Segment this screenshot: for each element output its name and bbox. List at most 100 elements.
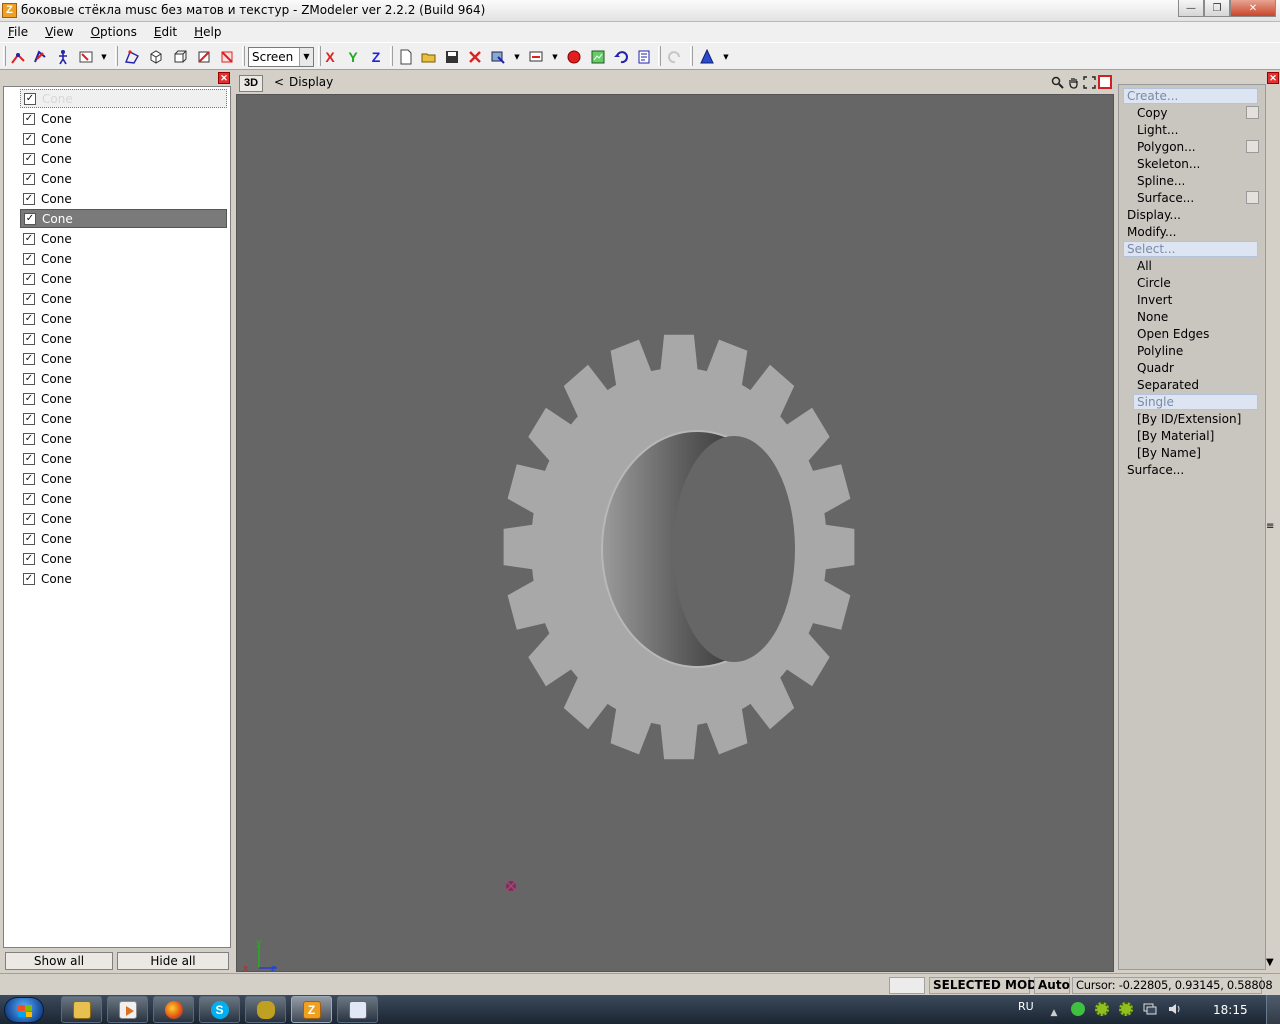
list-item[interactable]: ✓ Cone	[20, 529, 227, 548]
command-item[interactable]: Skeleton...	[1137, 156, 1200, 172]
taskbar-firefox[interactable]	[153, 996, 194, 1023]
visibility-checkbox[interactable]: ✓	[23, 512, 35, 525]
close-icon[interactable]: ✕	[1267, 72, 1279, 84]
command-item[interactable]: Select...	[1123, 241, 1258, 257]
tray-icon-gear-green[interactable]	[1094, 1001, 1110, 1017]
viewport-3d[interactable]: y x z	[236, 94, 1114, 972]
toolbar-grip[interactable]	[658, 46, 661, 66]
menu-options[interactable]: Options	[91, 25, 137, 39]
tray-language[interactable]: RU	[1018, 1000, 1034, 1013]
undo-icon[interactable]	[611, 47, 631, 67]
axis-y-button[interactable]: Y	[343, 47, 363, 67]
command-item[interactable]: Surface...	[1127, 462, 1184, 478]
command-item[interactable]: Display...	[1127, 207, 1181, 223]
zoom-icon[interactable]	[1050, 75, 1064, 89]
visibility-checkbox[interactable]: ✓	[23, 172, 35, 185]
list-item[interactable]: ✓ Cone	[20, 409, 227, 428]
command-item[interactable]: None	[1137, 309, 1168, 325]
pan-hand-icon[interactable]	[1066, 75, 1080, 89]
command-item[interactable]: Open Edges	[1137, 326, 1209, 342]
list-item[interactable]: ✓ Cone	[20, 189, 227, 208]
command-item[interactable]: Create...	[1123, 88, 1258, 104]
hide-all-button[interactable]: Hide all	[117, 952, 229, 970]
close-icon[interactable]: ✕	[218, 72, 230, 84]
box-icon[interactable]	[146, 47, 166, 67]
volume-icon[interactable]	[1166, 1001, 1182, 1017]
save-icon[interactable]	[442, 47, 462, 67]
list-item[interactable]: ✓ Cone	[20, 229, 227, 248]
visibility-checkbox[interactable]: ✓	[23, 372, 35, 385]
visibility-checkbox[interactable]: ✓	[23, 392, 35, 405]
zmodeler-app-icon[interactable]: Z	[2, 3, 17, 18]
list-item[interactable]: ✓ Cone	[20, 389, 227, 408]
visibility-checkbox[interactable]: ✓	[24, 212, 36, 225]
list-item[interactable]: ✓ Cone	[20, 329, 227, 348]
select-mode-dropdown-arrow[interactable]: ▼	[100, 47, 108, 67]
network-icon[interactable]	[1142, 1001, 1158, 1017]
fit-view-icon[interactable]	[1082, 75, 1096, 89]
viewport-maximize-icon[interactable]	[1098, 75, 1112, 89]
import-icon[interactable]	[488, 47, 508, 67]
shape-red-icon[interactable]	[194, 47, 214, 67]
visibility-checkbox[interactable]: ✓	[23, 452, 35, 465]
command-item[interactable]: [By Name]	[1137, 445, 1201, 461]
visibility-checkbox[interactable]: ✓	[23, 492, 35, 505]
list-item[interactable]: ✓ Cone	[20, 209, 227, 228]
normals-icon[interactable]	[697, 47, 717, 67]
list-item[interactable]: ✓ Cone	[20, 509, 227, 528]
command-item[interactable]: Single	[1133, 394, 1258, 410]
toolbar-grip[interactable]	[3, 46, 6, 66]
list-item[interactable]: ✓ Cone	[20, 89, 227, 108]
cube-icon[interactable]	[170, 47, 190, 67]
command-item[interactable]: Invert	[1137, 292, 1172, 308]
visibility-checkbox[interactable]: ✓	[23, 252, 35, 265]
select-edge-icon[interactable]	[30, 47, 50, 67]
create-polygon-icon[interactable]	[122, 47, 142, 67]
command-option-checkbox[interactable]	[1246, 191, 1259, 204]
export-dropdown-arrow[interactable]: ▼	[551, 47, 559, 67]
taskbar-skype[interactable]: S	[199, 996, 240, 1023]
command-item[interactable]: Polygon...	[1137, 139, 1196, 155]
toolbar-grip[interactable]	[390, 46, 393, 66]
visibility-checkbox[interactable]: ✓	[24, 92, 36, 105]
list-item[interactable]: ✓ Cone	[20, 269, 227, 288]
command-item[interactable]: Polyline	[1137, 343, 1183, 359]
visibility-checkbox[interactable]: ✓	[23, 332, 35, 345]
list-item[interactable]: ✓ Cone	[20, 569, 227, 588]
select-mode-icon[interactable]	[76, 47, 96, 67]
tray-icon-green[interactable]	[1070, 1001, 1086, 1017]
command-item[interactable]: Modify...	[1127, 224, 1177, 240]
visibility-checkbox[interactable]: ✓	[23, 552, 35, 565]
minimize-button[interactable]: —	[1178, 0, 1204, 17]
list-item[interactable]: ✓ Cone	[20, 289, 227, 308]
menu-view[interactable]: View	[45, 25, 73, 39]
command-option-checkbox[interactable]	[1246, 140, 1259, 153]
command-item[interactable]: [By Material]	[1137, 428, 1214, 444]
command-item[interactable]: [By ID/Extension]	[1137, 411, 1241, 427]
menu-edit[interactable]: Edit	[154, 25, 177, 39]
visibility-checkbox[interactable]: ✓	[23, 352, 35, 365]
visibility-checkbox[interactable]: ✓	[23, 572, 35, 585]
show-all-button[interactable]: Show all	[5, 952, 113, 970]
command-item[interactable]: Circle	[1137, 275, 1171, 291]
taskbar-calculator[interactable]	[337, 996, 378, 1023]
list-item[interactable]: ✓ Cone	[20, 489, 227, 508]
command-item[interactable]: Copy	[1137, 105, 1167, 121]
command-item[interactable]: Separated	[1137, 377, 1199, 393]
visibility-checkbox[interactable]: ✓	[23, 192, 35, 205]
command-item[interactable]: Spline...	[1137, 173, 1185, 189]
list-item[interactable]: ✓ Cone	[20, 549, 227, 568]
list-item[interactable]: ✓ Cone	[20, 429, 227, 448]
maximize-button[interactable]: ❐	[1204, 0, 1230, 17]
viewport-nav-back[interactable]: <	[274, 75, 284, 89]
axis-x-button[interactable]: X	[320, 47, 340, 67]
visibility-checkbox[interactable]: ✓	[23, 312, 35, 325]
properties-icon[interactable]	[634, 47, 654, 67]
list-item[interactable]: ✓ Cone	[20, 249, 227, 268]
command-item[interactable]: Quadr	[1137, 360, 1174, 376]
select-vertex-icon[interactable]	[8, 47, 28, 67]
menu-help[interactable]: Help	[194, 25, 221, 39]
list-item[interactable]: ✓ Cone	[20, 109, 227, 128]
taskbar-explorer[interactable]	[61, 996, 102, 1023]
tray-expand-icon[interactable]: ▲	[1046, 1005, 1062, 1021]
